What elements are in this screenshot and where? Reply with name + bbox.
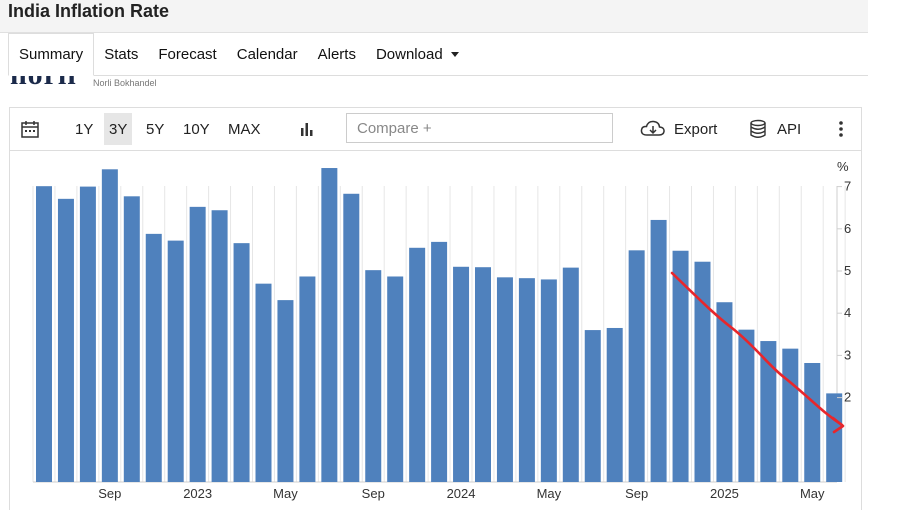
x-tick-label: Sep [98, 486, 121, 501]
bar [167, 240, 184, 482]
export-label: Export [674, 120, 718, 138]
range-5y-button[interactable]: 5Y [141, 113, 169, 145]
range-10y-button[interactable]: 10Y [178, 113, 215, 145]
nav-tabs: Summary Stats Forecast Calendar Alerts D… [8, 33, 868, 76]
x-tick-label: May [273, 486, 298, 501]
bar [36, 186, 52, 482]
bar [694, 261, 711, 482]
export-button[interactable]: Export [640, 108, 717, 150]
api-label: API [777, 120, 802, 138]
x-tick-label: Sep [625, 486, 648, 501]
bar-chart-icon[interactable] [298, 108, 316, 150]
bar [496, 277, 513, 482]
bar [782, 348, 799, 482]
bar [650, 219, 667, 483]
bar [562, 267, 579, 482]
y-tick-label: 3 [844, 347, 851, 362]
bar [387, 276, 404, 482]
bar [475, 267, 491, 482]
range-1y-button[interactable]: 1Y [70, 113, 98, 145]
bar [343, 193, 360, 483]
bar [540, 279, 557, 482]
bar [57, 198, 74, 482]
bar [518, 278, 535, 482]
tab-download[interactable]: Download [366, 33, 469, 75]
bar [365, 270, 382, 482]
ad-logo-subtitle: Norli Bokhandel [93, 78, 157, 88]
y-tick-label: 6 [844, 221, 851, 236]
x-tick-label: May [800, 486, 825, 501]
x-tick-label: Sep [362, 486, 385, 501]
bar [145, 233, 162, 482]
bar [804, 362, 821, 482]
tab-calendar[interactable]: Calendar [227, 33, 308, 75]
x-tick-label: 2023 [183, 486, 212, 501]
tab-stats[interactable]: Stats [94, 33, 148, 75]
bar [716, 302, 733, 482]
chart-panel: 2 3 4 5 6 7% Sep 2023 May Sep 2024 May Sep 2025 May [9, 150, 862, 510]
bar [233, 243, 250, 482]
bar [606, 327, 623, 482]
tab-alerts[interactable]: Alerts [308, 33, 366, 75]
bar [409, 247, 426, 482]
bar [826, 393, 843, 482]
compare-input[interactable]: Compare + [346, 113, 613, 143]
bar [431, 241, 448, 482]
database-icon [750, 119, 766, 138]
chart-toolbar: 1Y 3Y 5Y 10Y MAX Compare + Export API [9, 107, 862, 151]
bar [189, 206, 206, 482]
x-tick-label: 2025 [710, 486, 739, 501]
tab-forecast[interactable]: Forecast [148, 33, 226, 75]
range-3y-button[interactable]: 3Y [104, 113, 133, 145]
y-unit-label: % [837, 159, 849, 174]
bar [321, 168, 338, 483]
bar [738, 329, 755, 482]
y-tick-label: 7 [844, 179, 851, 194]
bar [255, 283, 272, 482]
x-tick-label: 2024 [447, 486, 476, 501]
title-bar: India Inflation Rate [0, 0, 868, 33]
bar [628, 250, 645, 482]
page-title: India Inflation Rate [8, 1, 170, 21]
inflation-bar-chart: 2 3 4 5 6 7% Sep 2023 May Sep 2024 May Sep 2025 May [32, 159, 851, 501]
api-button[interactable]: API [749, 108, 801, 150]
tab-download-label: Download [375, 45, 443, 63]
chevron-down-icon [450, 51, 459, 57]
bar [453, 266, 470, 482]
bar [299, 276, 316, 482]
y-tick-label: 5 [844, 263, 851, 278]
bar [101, 169, 118, 482]
ad-logo-word: norli [10, 76, 77, 90]
y-tick-label: 4 [844, 305, 851, 320]
cloud-download-icon [640, 120, 665, 136]
bar [79, 186, 96, 482]
more-vertical-icon[interactable] [838, 108, 844, 150]
bar [211, 210, 228, 482]
x-tick-label: May [537, 486, 562, 501]
bar [277, 300, 294, 482]
calendar-icon[interactable] [20, 108, 40, 150]
range-max-button[interactable]: MAX [223, 113, 266, 145]
bar [123, 196, 140, 482]
bar [584, 330, 601, 482]
tab-summary[interactable]: Summary [8, 33, 95, 76]
y-tick-label: 2 [844, 390, 851, 405]
